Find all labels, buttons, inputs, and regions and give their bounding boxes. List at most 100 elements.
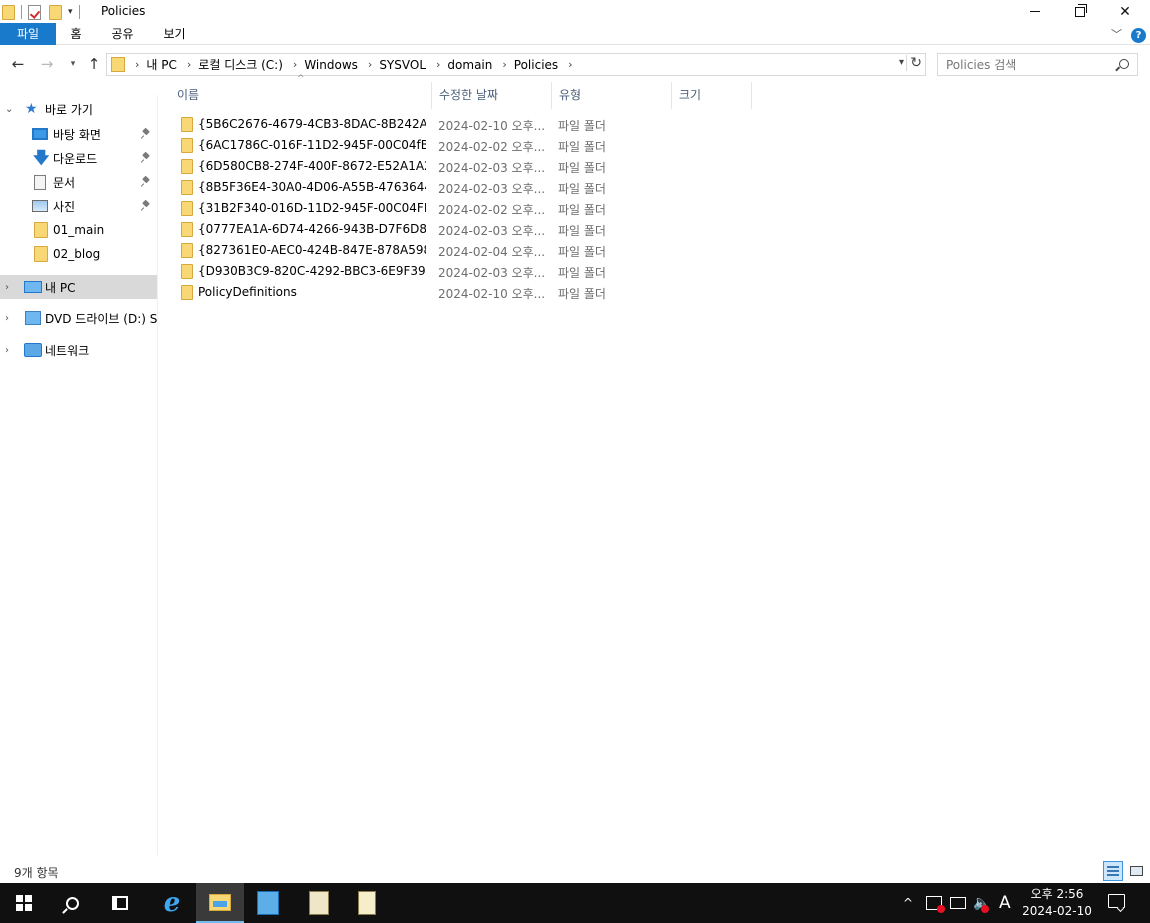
column-header-modified[interactable]: 수정한 날짜: [432, 82, 552, 109]
breadcrumb-policies[interactable]: Policies: [514, 58, 558, 72]
sidebar-item-this-pc[interactable]: › 내 PC: [0, 275, 157, 299]
breadcrumb-local-disk[interactable]: 로컬 디스크 (C:): [198, 56, 283, 73]
sidebar-item-downloads[interactable]: 🡇 다운로드: [0, 146, 157, 170]
ribbon-tabs: 파일 홈 공유 보기 ﹀ ?: [0, 23, 1150, 45]
file-row[interactable]: {8B5F36E4-30A0-4D06-A55B-4763644... 2024…: [176, 177, 626, 198]
tab-share[interactable]: 공유: [100, 23, 145, 45]
file-row[interactable]: {827361E0-AEC0-424B-847E-878A598... 2024…: [176, 240, 626, 261]
folder-icon: [2, 4, 15, 20]
breadcrumb-separator-icon[interactable]: ›: [187, 58, 191, 71]
details-view-button[interactable]: [1103, 861, 1123, 881]
tab-home[interactable]: 홈: [56, 23, 96, 45]
up-button[interactable]: ↑: [84, 54, 104, 74]
clock-time: 오후 2:56: [1030, 887, 1084, 901]
large-icons-view-icon: [1130, 866, 1143, 876]
address-bar[interactable]: › 내 PC › 로컬 디스크 (C:) › Windows › SYSVOL …: [106, 53, 926, 76]
sidebar-item-desktop[interactable]: 바탕 화면: [0, 122, 157, 146]
internet-explorer-button[interactable]: e: [148, 883, 196, 923]
script-button[interactable]: [295, 883, 343, 923]
task-view-button[interactable]: [96, 883, 144, 923]
minimize-icon: [1030, 11, 1040, 12]
recent-locations-chevron-icon[interactable]: ▾: [63, 54, 83, 74]
sidebar-item-documents[interactable]: 문서: [0, 170, 157, 194]
expand-ribbon-chevron-icon[interactable]: ﹀: [1111, 26, 1122, 42]
file-explorer-icon: [209, 893, 231, 911]
close-button[interactable]: ✕: [1102, 0, 1148, 23]
search-input[interactable]: Policies 검색: [937, 53, 1138, 76]
file-type: 파일 폴더: [558, 266, 606, 280]
file-type: 파일 폴더: [558, 161, 606, 175]
expand-chevron-icon[interactable]: ›: [5, 282, 9, 293]
tab-file[interactable]: 파일: [0, 23, 56, 45]
refresh-icon[interactable]: ↻: [906, 55, 922, 71]
show-hidden-icons-chevron-icon[interactable]: ^: [903, 883, 913, 923]
sidebar-item-01-main[interactable]: 01_main: [0, 218, 157, 242]
volume-muted-icon[interactable]: 🔈: [973, 883, 990, 923]
help-icon[interactable]: ?: [1131, 28, 1146, 43]
sidebar-item-quick-access[interactable]: ⌄ ★ 바로 가기: [0, 97, 157, 121]
expand-chevron-icon[interactable]: ›: [5, 345, 9, 356]
status-bar: 9개 항목: [0, 860, 1150, 882]
minimize-button[interactable]: [1012, 0, 1058, 23]
file-row[interactable]: {6D580CB8-274F-400F-8672-E52A1A2... 2024…: [176, 156, 626, 177]
file-row[interactable]: {5B6C2676-4679-4CB3-8DAC-8B242A... 2024-…: [176, 114, 626, 135]
file-modified: 2024-02-03 오후...: [438, 266, 546, 280]
new-folder-icon[interactable]: [49, 4, 62, 20]
sidebar-item-network[interactable]: › 네트워크: [0, 338, 157, 362]
script-icon: [309, 891, 329, 915]
tab-view[interactable]: 보기: [152, 23, 197, 45]
breadcrumb-separator-icon[interactable]: ›: [502, 58, 506, 71]
column-header-name[interactable]: 이름: [170, 82, 432, 109]
customize-toolbar-chevron-icon[interactable]: ▾: [68, 7, 73, 17]
start-button[interactable]: [0, 883, 48, 923]
file-modified: 2024-02-03 오후...: [438, 224, 546, 238]
sidebar-item-pictures[interactable]: 사진: [0, 194, 157, 218]
expand-chevron-icon[interactable]: ›: [5, 313, 9, 324]
properties-icon[interactable]: [28, 4, 41, 20]
large-icons-view-button[interactable]: [1126, 861, 1146, 881]
breadcrumb-this-pc[interactable]: 내 PC: [146, 56, 176, 73]
breadcrumb-separator-icon[interactable]: ›: [368, 58, 372, 71]
details-view-icon: [1107, 866, 1119, 876]
clock[interactable]: 오후 2:56 2024-02-10: [1018, 886, 1096, 920]
restore-button[interactable]: [1057, 0, 1103, 23]
collapse-chevron-icon[interactable]: ⌄: [5, 104, 13, 115]
sidebar-item-02-blog[interactable]: 02_blog: [0, 242, 157, 266]
breadcrumb-separator-icon[interactable]: ›: [293, 58, 297, 71]
folder-icon: [181, 117, 193, 132]
forward-button[interactable]: →: [37, 54, 57, 74]
column-header-type[interactable]: 유형: [552, 82, 672, 109]
breadcrumb-windows[interactable]: Windows: [304, 58, 358, 72]
notepad-button[interactable]: [343, 883, 391, 923]
breadcrumb-separator-icon[interactable]: ›: [135, 58, 139, 71]
breadcrumb-separator-icon[interactable]: ›: [436, 58, 440, 71]
breadcrumb-separator-icon[interactable]: ›: [568, 58, 572, 71]
search-button[interactable]: [48, 883, 96, 923]
file-modified: 2024-02-04 오후...: [438, 245, 546, 259]
column-header-size[interactable]: 크기: [672, 82, 752, 109]
file-explorer-button[interactable]: [196, 883, 244, 923]
clock-date: 2024-02-10: [1022, 904, 1092, 918]
file-row[interactable]: {31B2F340-016D-11D2-945F-00C04FB... 2024…: [176, 198, 626, 219]
muted-badge-icon: [981, 905, 989, 913]
address-history-chevron-icon[interactable]: ▾: [899, 57, 904, 68]
pin-icon: [142, 177, 150, 187]
notification-center-icon[interactable]: [1108, 894, 1125, 908]
network-icon[interactable]: [950, 897, 966, 909]
security-alert-icon[interactable]: [926, 896, 945, 913]
search-icon[interactable]: [1119, 59, 1129, 69]
sidebar-item-dvd-drive[interactable]: › DVD 드라이브 (D:) S: [0, 306, 157, 330]
file-row[interactable]: {6AC1786C-016F-11D2-945F-00C04fB... 2024…: [176, 135, 626, 156]
file-row[interactable]: {0777EA1A-6D74-4266-943B-D7F6D8... 2024-…: [176, 219, 626, 240]
breadcrumb-domain[interactable]: domain: [447, 58, 492, 72]
file-row[interactable]: PolicyDefinitions 2024-02-10 오후... 파일 폴더: [176, 282, 626, 303]
dvd-drive-icon: [25, 311, 41, 325]
breadcrumb-sysvol[interactable]: SYSVOL: [379, 58, 426, 72]
file-name: {0777EA1A-6D74-4266-943B-D7F6D8...: [198, 222, 426, 236]
input-method-indicator[interactable]: A: [999, 883, 1011, 923]
sidebar-item-label: 사진: [53, 199, 76, 214]
file-row[interactable]: {D930B3C9-820C-4292-BBC3-6E9F39... 2024-…: [176, 261, 626, 282]
back-button[interactable]: ←: [8, 54, 28, 74]
toolbar-divider: [21, 5, 22, 19]
server-manager-button[interactable]: [244, 883, 292, 923]
